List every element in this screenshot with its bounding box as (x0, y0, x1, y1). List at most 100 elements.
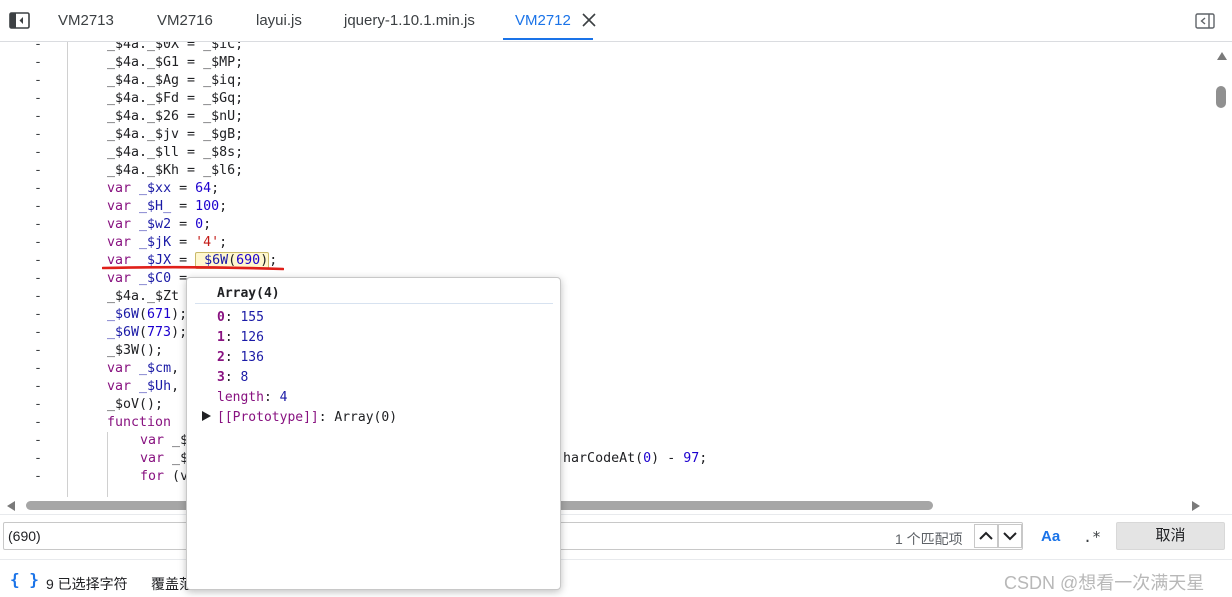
line-marker: - (34, 181, 43, 196)
code-token: ; (211, 181, 220, 196)
code-text: _$4a._$0X = _$iC; (107, 42, 244, 52)
next-match-button[interactable] (998, 524, 1022, 548)
pretty-print-button[interactable]: { } (10, 570, 39, 589)
code-text: var _$C0 = (107, 270, 195, 288)
code-token: function (107, 415, 172, 430)
code-token: 64 (195, 181, 212, 196)
code-token: var (107, 217, 132, 232)
chevron-up-icon (979, 531, 993, 540)
code-token: ; (219, 235, 228, 250)
code-line: - _$4a._$jv = _$gB; (0, 126, 1210, 144)
code-line: - _$4a._$26 = _$nU; (0, 108, 1210, 126)
tab-vm2713[interactable]: VM2713 (58, 0, 114, 42)
prev-match-button[interactable] (974, 524, 998, 548)
code-token: 773 (147, 325, 172, 340)
code-text: _$4a._$jv = _$gB; (107, 127, 244, 142)
code-token: var (140, 451, 165, 466)
code-token: _$jK (139, 235, 172, 250)
code-editor[interactable]: - _$4a._$0X = _$iC; - _$4a._$G1 = _$MP; - _… (0, 42, 1232, 497)
code-token: _$H_ (139, 199, 172, 214)
triangle-up-icon[interactable] (1217, 52, 1227, 60)
tab-jquery-min-js[interactable]: jquery-1.10.1.min.js (344, 0, 475, 42)
chevron-down-icon (1003, 532, 1017, 541)
line-marker: - (34, 199, 43, 214)
code-text: _$4a._$Zt (107, 289, 180, 304)
prototype-entry[interactable]: [[Prototype]]: Array(0) (217, 409, 397, 427)
code-token: h (563, 451, 572, 466)
value-popover: Array(4) 0: 155 1: 126 2: 136 3: 8 lengt… (186, 277, 561, 590)
triangle-right-icon[interactable] (1192, 501, 1200, 511)
line-marker: - (34, 325, 43, 340)
cancel-button[interactable]: 取消 (1116, 522, 1225, 550)
code-line: - var _$C0 = (0, 270, 1210, 288)
regex-button[interactable]: .* (1083, 528, 1101, 546)
code-text: var _$ (140, 450, 188, 468)
tab-vm2712[interactable]: VM2712 (503, 0, 593, 42)
code-token: _$6W (107, 307, 140, 322)
line-marker: - (34, 73, 43, 88)
match-case-button[interactable]: Aa (1041, 528, 1060, 545)
array-index: 2 (217, 350, 225, 365)
code-token: _$xx (139, 181, 172, 196)
code-line: - var _$jK = '4'; (0, 234, 1210, 252)
tab-layui-js[interactable]: layui.js (256, 0, 302, 42)
status-bar: { } 9 已选择字符 覆盖范 CSDN @想看一次满天星 (0, 559, 1232, 597)
code-line: - _$4a._$Zt (0, 288, 1210, 306)
horizontal-scrollbar[interactable] (0, 497, 1212, 514)
code-line: - _$6W(773); (0, 324, 1210, 342)
line-marker: - (34, 289, 43, 304)
prototype-key: [[Prototype]] (217, 410, 319, 425)
tab-vm2716[interactable]: VM2716 (157, 0, 213, 42)
code-line: - _$4a._$Ag = _$iq; (0, 72, 1210, 90)
triangle-left-icon[interactable] (7, 501, 15, 511)
code-token: var (107, 379, 132, 394)
array-index: 3 (217, 370, 225, 385)
line-marker: - (34, 379, 43, 394)
array-entry: 3: 8 (217, 370, 249, 385)
vertical-scrollbar[interactable] (1212, 42, 1232, 497)
code-token: var (107, 235, 132, 250)
code-token: ; (203, 217, 212, 232)
popover-divider (195, 303, 553, 304)
code-token: 0 (643, 451, 652, 466)
code-token: ; (219, 199, 228, 214)
match-count: 1 个匹配项 (895, 531, 963, 547)
code-token: for (140, 469, 165, 484)
code-text: _$4a._$Fd = _$Gq; (107, 91, 244, 106)
line-marker: - (34, 91, 43, 106)
code-token: C (587, 451, 596, 466)
collapse-right-panel-icon[interactable] (1195, 13, 1215, 29)
code-line: - var _$xx = 64; (0, 180, 1210, 198)
vertical-scroll-thumb[interactable] (1216, 86, 1226, 108)
code-token: ( (172, 469, 181, 484)
code-token: ) (171, 307, 180, 322)
triangle-right-icon[interactable] (202, 411, 211, 421)
code-token: var (107, 271, 132, 286)
line-marker: - (34, 253, 43, 268)
line-marker: - (34, 469, 43, 484)
code-text-tail: harCodeAt(0) - 97; (563, 450, 707, 468)
code-token: var (107, 181, 132, 196)
close-icon[interactable] (581, 12, 597, 28)
array-value: 8 (240, 370, 249, 385)
code-line: - _$4a._$0X = _$iC; (0, 42, 1210, 54)
popover-title: Array(4) (217, 286, 280, 301)
length-value: 4 (279, 390, 288, 405)
code-token: a (571, 451, 580, 466)
sidebar-toggle-icon[interactable] (9, 12, 30, 29)
array-value: 136 (240, 350, 264, 365)
tab-bar: VM2713 VM2716 layui.js jquery-1.10.1.min… (0, 0, 1232, 42)
line-marker: - (34, 217, 43, 232)
